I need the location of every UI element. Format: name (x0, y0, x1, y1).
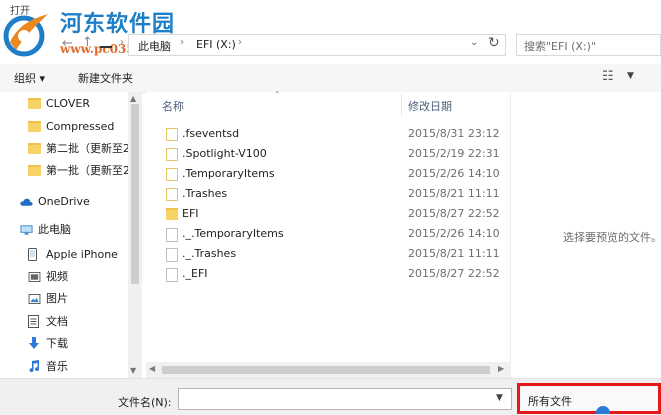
back-button[interactable]: ← (62, 36, 73, 51)
phone-icon (28, 248, 37, 261)
up-button[interactable]: ↑ (82, 35, 93, 50)
table-row[interactable]: ._EFI 2015/8/27 22:52 (160, 264, 505, 284)
column-header-date[interactable]: 修改日期 (408, 98, 452, 114)
sidebar-item-label: 下载 (46, 337, 68, 350)
watermark-logo-icon (3, 14, 48, 57)
address-bar[interactable] (128, 34, 506, 56)
sidebar-item-batch-1[interactable]: 第一批（更新至2 (28, 161, 128, 181)
file-date: 2015/8/21 11:11 (408, 247, 500, 260)
file-date: 2015/8/27 22:52 (408, 207, 500, 220)
table-row[interactable]: EFI 2015/8/27 22:52 (160, 204, 505, 224)
file-date: 2015/8/21 11:11 (408, 187, 500, 200)
chevron-right-icon[interactable]: › (238, 37, 242, 48)
sidebar-item-label: 此电脑 (38, 223, 71, 236)
scroll-left-icon[interactable]: ◀ (149, 364, 155, 373)
file-name: .Trashes (182, 187, 228, 200)
file-name: ._.TemporaryItems (182, 227, 284, 240)
sidebar-item-label: OneDrive (38, 195, 90, 208)
sidebar-item-label: 第一批（更新至2 (46, 164, 128, 177)
preview-message: 选择要预览的文件。 (563, 231, 661, 244)
file-name: ._.Trashes (182, 247, 237, 260)
folder-icon (28, 121, 41, 132)
chevron-right-icon[interactable]: › (180, 37, 184, 48)
file-icon (166, 268, 178, 282)
chevron-down-icon[interactable]: ⌄ (470, 37, 478, 48)
document-icon (28, 315, 39, 328)
refresh-button[interactable]: ↻ (488, 35, 500, 51)
sidebar-item-label: 音乐 (46, 360, 68, 373)
chevron-down-icon[interactable]: ▼ (627, 71, 634, 81)
file-list-scrollbar-thumb[interactable] (162, 366, 490, 374)
folder-icon (28, 98, 41, 109)
sidebar-item-label: 文档 (46, 315, 68, 328)
file-date: 2015/2/26 14:10 (408, 227, 500, 240)
file-date: 2015/2/19 22:31 (408, 147, 500, 160)
folder-icon (166, 148, 178, 161)
folder-icon (166, 208, 178, 220)
table-row[interactable]: .Trashes 2015/8/21 11:11 (160, 184, 505, 204)
sidebar-item-label: CLOVER (46, 97, 90, 110)
sidebar-item-label: Apple iPhone (46, 248, 118, 261)
view-options-icon[interactable]: ☷ (602, 69, 614, 84)
sidebar-item-label: Compressed (46, 120, 115, 133)
file-icon (166, 228, 178, 242)
folder-icon (166, 168, 178, 181)
file-name: .TemporaryItems (182, 167, 275, 180)
music-icon (29, 360, 40, 373)
chevron-right-icon: › (120, 37, 124, 48)
table-row[interactable]: .TemporaryItems 2015/2/26 14:10 (160, 164, 505, 184)
computer-icon (20, 225, 33, 235)
file-date: 2015/8/27 22:52 (408, 267, 500, 280)
file-icon (166, 248, 178, 262)
breadcrumb-efi-drive[interactable]: EFI (X:) (196, 38, 236, 51)
folder-icon (166, 128, 178, 141)
table-row[interactable]: .fseventsd 2015/8/31 23:12 (160, 124, 505, 144)
filename-input[interactable] (178, 388, 512, 410)
breadcrumb-this-pc[interactable]: 此电脑 (138, 38, 171, 54)
chevron-down-icon[interactable]: ▼ (496, 393, 503, 403)
column-divider[interactable] (401, 94, 402, 116)
recent-locations-icon[interactable] (100, 46, 112, 48)
download-icon (29, 337, 39, 349)
file-date: 2015/2/26 14:10 (408, 167, 500, 180)
scroll-down-icon[interactable]: ▼ (130, 366, 136, 375)
search-placeholder: 搜索"EFI (X:)" (524, 40, 596, 53)
file-date: 2015/8/31 23:12 (408, 127, 500, 140)
file-type-value: 所有文件 (528, 395, 572, 408)
scroll-right-icon[interactable]: ▶ (498, 364, 504, 373)
picture-icon (28, 294, 41, 304)
column-header-name[interactable]: 名称 (162, 98, 184, 114)
sidebar-item-label: 图片 (46, 292, 68, 305)
file-name: EFI (182, 207, 199, 220)
filename-label: 文件名(N): (118, 396, 172, 409)
table-row[interactable]: ._.Trashes 2015/8/21 11:11 (160, 244, 505, 264)
cloud-icon (20, 198, 33, 206)
video-icon (28, 272, 41, 282)
folder-icon (28, 143, 41, 154)
file-name: .fseventsd (182, 127, 240, 140)
folder-icon (28, 165, 41, 176)
organize-button[interactable]: 组织 ▾ (14, 70, 45, 86)
scroll-up-icon[interactable]: ▲ (130, 94, 136, 103)
folder-icon (166, 188, 178, 201)
sidebar-item-batch-2[interactable]: 第二批（更新至2 (28, 139, 128, 159)
file-name: .Spotlight-V100 (182, 147, 267, 160)
cursor-indicator (596, 406, 610, 414)
table-row[interactable]: .Spotlight-V100 2015/2/19 22:31 (160, 144, 505, 164)
sidebar-scrollbar-thumb[interactable] (131, 104, 139, 284)
file-name: ._EFI (182, 267, 208, 280)
sidebar-item-label: 视频 (46, 270, 68, 283)
table-row[interactable]: ._.TemporaryItems 2015/2/26 14:10 (160, 224, 505, 244)
sidebar-item-label: 第二批（更新至2 (46, 142, 128, 155)
new-folder-button[interactable]: 新建文件夹 (78, 70, 133, 86)
sort-ascending-icon: ⌃ (274, 90, 281, 99)
